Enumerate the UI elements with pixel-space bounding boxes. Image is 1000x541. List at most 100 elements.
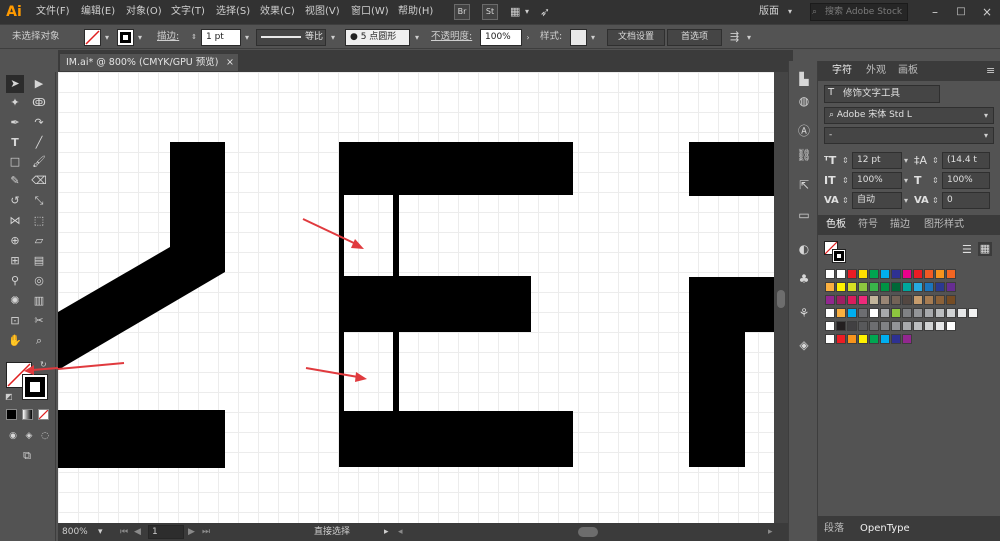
color-swatch[interactable]: [902, 295, 912, 305]
stroke-weight-dropdown-icon[interactable]: ▾: [242, 29, 252, 46]
color-swatch[interactable]: [836, 321, 846, 331]
color-swatch[interactable]: [836, 334, 846, 344]
style-dropdown-icon[interactable]: ▾: [588, 29, 598, 46]
color-swatch[interactable]: [869, 308, 879, 318]
arrange-dropdown-icon[interactable]: ▾: [744, 29, 754, 46]
color-swatch[interactable]: [913, 321, 923, 331]
color-swatch[interactable]: [891, 321, 901, 331]
maximize-icon[interactable]: □: [954, 4, 968, 20]
direct-selection-tool-icon[interactable]: ▶: [30, 75, 48, 93]
brushes-panel-icon[interactable]: ⚘: [795, 304, 813, 322]
color-swatch[interactable]: [902, 308, 912, 318]
font-style-chevron-icon[interactable]: ▾: [984, 128, 988, 143]
font-family-select[interactable]: ⌕ Adobe 宋体 Std L: [824, 107, 994, 124]
artboard-canvas[interactable]: [58, 72, 774, 523]
color-swatch[interactable]: [869, 282, 879, 292]
opacity-input[interactable]: 100%: [480, 29, 522, 46]
color-swatch[interactable]: [869, 295, 879, 305]
color-swatch[interactable]: [902, 269, 912, 279]
color-swatch[interactable]: [880, 334, 890, 344]
tab-stroke[interactable]: 描边: [890, 216, 910, 234]
zoom-tool-icon[interactable]: ⌕: [30, 332, 48, 350]
scroll-right-icon[interactable]: ▸: [768, 526, 773, 538]
shape-builder-tool-icon[interactable]: ⊕: [6, 232, 24, 250]
preferences-button[interactable]: 首选项: [667, 29, 722, 46]
rectangle-tool-icon[interactable]: □: [6, 153, 24, 171]
color-swatch[interactable]: [935, 295, 945, 305]
color-swatch[interactable]: [858, 334, 868, 344]
horizontal-scale-input[interactable]: 100%: [942, 172, 990, 189]
rotate-tool-icon[interactable]: ↺: [6, 192, 24, 210]
gradient-mode-icon[interactable]: [22, 409, 33, 420]
chevron-down-icon[interactable]: ▾: [525, 5, 533, 19]
minimize-icon[interactable]: –: [928, 4, 942, 20]
list-view-icon[interactable]: ☰: [962, 243, 972, 257]
stroke-dropdown-icon[interactable]: ▾: [135, 29, 145, 46]
tab-swatches[interactable]: 色板: [826, 216, 846, 234]
menu-object[interactable]: 对象(O): [126, 0, 162, 24]
color-swatch[interactable]: [935, 269, 945, 279]
artboard-tool-icon[interactable]: ⊡: [6, 312, 24, 330]
none-mode-icon[interactable]: [38, 409, 49, 420]
previous-artboard-icon[interactable]: ◀: [134, 526, 141, 538]
paintbrush-tool-icon[interactable]: 🖌: [30, 153, 48, 171]
last-artboard-icon[interactable]: ⏭: [202, 526, 210, 538]
leading-stepper[interactable]: ⇕: [932, 153, 939, 169]
color-swatch[interactable]: [946, 295, 956, 305]
fill-dropdown-icon[interactable]: ▾: [102, 29, 112, 46]
stroke-color-box[interactable]: [22, 374, 48, 400]
profile-dropdown-icon[interactable]: ▾: [328, 29, 338, 46]
vertical-scale-chevron-icon[interactable]: ▾: [904, 173, 908, 189]
stroke-weight-input[interactable]: 1 pt: [201, 29, 241, 46]
column-graph-tool-icon[interactable]: ▥: [30, 292, 48, 310]
color-swatch[interactable]: [869, 269, 879, 279]
color-swatch[interactable]: [836, 282, 846, 292]
color-swatch[interactable]: [858, 308, 868, 318]
gradient-tool-icon[interactable]: ▤: [30, 252, 48, 270]
color-swatch[interactable]: [858, 269, 868, 279]
links-panel-icon[interactable]: ⛓: [795, 146, 813, 164]
mesh-tool-icon[interactable]: ⊞: [6, 252, 24, 270]
color-swatch[interactable]: [891, 308, 901, 318]
hand-tool-icon[interactable]: ✋: [6, 332, 24, 350]
font-size-chevron-icon[interactable]: ▾: [904, 153, 908, 169]
image-trace-panel-icon[interactable]: ▙: [795, 70, 813, 88]
color-swatch[interactable]: [924, 269, 934, 279]
kerning-input[interactable]: 自动: [852, 192, 902, 209]
tab-artboards[interactable]: 画板: [898, 62, 918, 80]
default-colors-icon[interactable]: ◩: [5, 392, 15, 402]
color-swatch[interactable]: [880, 321, 890, 331]
color-swatch[interactable]: [869, 321, 879, 331]
touch-type-button[interactable]: 修饰文字工具: [824, 85, 940, 103]
tab-paragraph[interactable]: 段落: [824, 520, 844, 538]
zoom-dropdown-icon[interactable]: ▾: [98, 526, 103, 538]
stroke-weight-stepper[interactable]: ⇕: [189, 29, 199, 46]
color-swatch[interactable]: [869, 334, 879, 344]
menu-select[interactable]: 选择(S): [216, 0, 250, 24]
color-swatch[interactable]: [847, 308, 857, 318]
tab-opentype[interactable]: OpenType: [860, 520, 910, 538]
line-segment-tool-icon[interactable]: ╱: [30, 134, 48, 152]
panel-menu-icon[interactable]: ≡: [986, 62, 995, 80]
menu-effect[interactable]: 效果(C): [260, 0, 295, 24]
close-window-icon[interactable]: ×: [980, 4, 994, 20]
menu-file[interactable]: 文件(F): [36, 0, 70, 24]
color-swatch[interactable]: [902, 282, 912, 292]
slice-tool-icon[interactable]: ✂: [30, 312, 48, 330]
color-panel-icon[interactable]: ◐: [795, 240, 813, 258]
color-swatch[interactable]: [946, 308, 956, 318]
brush-definition[interactable]: ● 5 点圆形: [345, 29, 410, 46]
color-swatch[interactable]: [847, 269, 857, 279]
font-size-input[interactable]: 12 pt: [852, 152, 902, 169]
fill-swatch[interactable]: [84, 29, 101, 46]
color-swatch[interactable]: [836, 269, 846, 279]
screen-mode-icon[interactable]: ⧉: [18, 447, 36, 465]
kerning-stepper[interactable]: ⇕: [842, 193, 849, 209]
color-swatch[interactable]: [847, 295, 857, 305]
color-swatch[interactable]: [935, 308, 945, 318]
menu-window[interactable]: 窗口(W): [351, 0, 389, 24]
color-swatch[interactable]: [924, 282, 934, 292]
color-swatch[interactable]: [858, 295, 868, 305]
horizontal-scroll-thumb[interactable]: [578, 527, 598, 537]
color-swatch[interactable]: [935, 282, 945, 292]
